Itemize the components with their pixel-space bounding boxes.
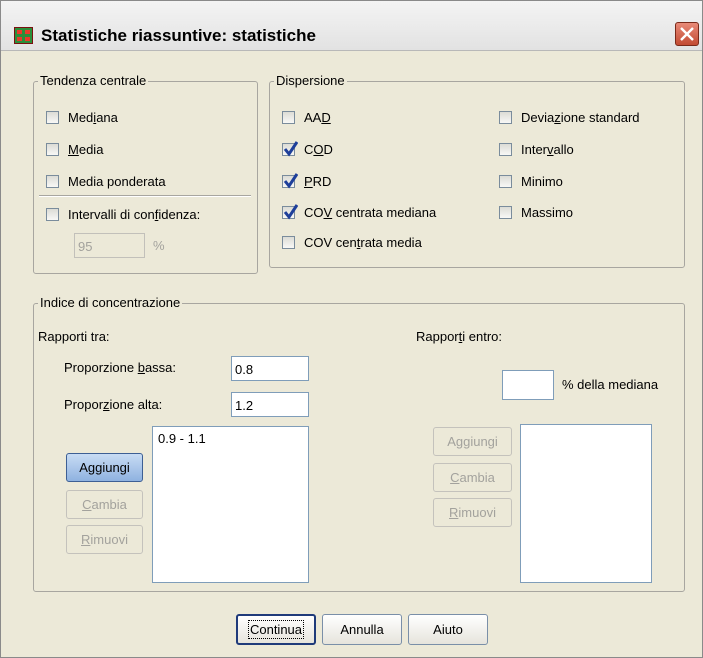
- high-proportion-label: Proporzione alta:: [64, 397, 163, 412]
- prd-checkbox[interactable]: [282, 172, 298, 189]
- cov-mean-checkbox-row[interactable]: COV centrata media: [282, 233, 422, 251]
- std-deviation-label: Deviazione standard: [521, 109, 640, 125]
- checkmark-icon: [283, 172, 298, 189]
- title-bar[interactable]: Statistiche riassuntive: statistiche: [1, 1, 702, 51]
- confidence-interval-checkbox[interactable]: [46, 207, 59, 221]
- range-checkbox-row[interactable]: Intervallo: [499, 140, 574, 158]
- checkmark-icon: [283, 140, 298, 157]
- weighted-mean-label: Media ponderata: [68, 173, 166, 189]
- prd-label: PRD: [304, 173, 332, 189]
- list-item[interactable]: 0.9 - 1.1: [158, 431, 303, 447]
- change-within-button[interactable]: Cambia: [433, 463, 512, 492]
- percent-of-median-label: % della mediana: [562, 377, 659, 392]
- low-proportion-input[interactable]: 0.8: [231, 356, 309, 381]
- add-between-button[interactable]: Aggiungi: [66, 453, 143, 482]
- confidence-interval-checkbox-row[interactable]: Intervalli di confidenza:: [46, 205, 200, 223]
- central-separator: [39, 195, 251, 197]
- std-deviation-checkbox-row[interactable]: Deviazione standard: [499, 108, 640, 126]
- concentration-index-legend: Indice di concentrazione: [38, 295, 183, 311]
- remove-between-button[interactable]: Rimuovi: [66, 525, 143, 554]
- maximum-checkbox-row[interactable]: Massimo: [499, 203, 573, 221]
- median-checkbox-row[interactable]: Mediana: [46, 108, 118, 126]
- dialog-window: Statistiche riassuntive: statistiche Ten…: [0, 0, 703, 658]
- dispersion-legend: Dispersione: [274, 73, 347, 89]
- close-icon: [680, 27, 694, 41]
- cancel-button[interactable]: Annulla: [322, 614, 402, 645]
- cov-median-checkbox[interactable]: [282, 203, 298, 220]
- low-proportion-label: Proporzione bassa:: [64, 360, 177, 375]
- minimum-checkbox-row[interactable]: Minimo: [499, 172, 563, 190]
- maximum-label: Massimo: [521, 204, 574, 220]
- prd-checkbox-row[interactable]: PRD: [282, 172, 331, 190]
- aad-checkbox-row[interactable]: AAD: [282, 108, 331, 126]
- minimum-label: Minimo: [521, 173, 563, 189]
- within-percent-input[interactable]: [502, 370, 554, 400]
- std-deviation-checkbox[interactable]: [499, 110, 512, 124]
- range-label: Intervallo: [521, 141, 574, 157]
- cov-median-label: COV centrata mediana: [304, 204, 437, 220]
- between-ratios-list[interactable]: 0.9 - 1.1: [152, 426, 309, 583]
- cov-mean-label: COV centrata media: [304, 234, 422, 250]
- continue-button[interactable]: Continua: [236, 614, 316, 645]
- median-checkbox[interactable]: [46, 110, 59, 124]
- close-button[interactable]: [675, 22, 699, 46]
- within-ratios-list[interactable]: [520, 424, 652, 583]
- mean-checkbox[interactable]: [46, 142, 59, 156]
- aad-label: AAD: [304, 109, 331, 125]
- add-within-button[interactable]: Aggiungi: [433, 427, 512, 456]
- mean-checkbox-row[interactable]: Media: [46, 140, 103, 158]
- range-checkbox[interactable]: [499, 142, 512, 156]
- ratios-within-label: Rapporti entro:: [416, 329, 503, 344]
- aad-checkbox[interactable]: [282, 110, 295, 124]
- central-tendency-legend: Tendenza centrale: [38, 73, 149, 89]
- checkmark-icon: [283, 203, 298, 220]
- dialog-title: Statistiche riassuntive: statistiche: [41, 26, 316, 45]
- change-between-button[interactable]: Cambia: [66, 490, 143, 519]
- minimum-checkbox[interactable]: [499, 174, 512, 188]
- confidence-percent-label: %: [153, 238, 165, 253]
- cod-checkbox-row[interactable]: COD: [282, 140, 333, 158]
- ratios-between-label: Rapporti tra:: [38, 329, 110, 344]
- cov-median-checkbox-row[interactable]: COV centrata mediana: [282, 203, 436, 221]
- weighted-mean-checkbox[interactable]: [46, 174, 59, 188]
- confidence-level-input[interactable]: 95: [74, 233, 145, 258]
- median-label: Mediana: [68, 109, 118, 125]
- confidence-interval-label: Intervalli di confidenza:: [68, 206, 201, 222]
- remove-within-button[interactable]: Rimuovi: [433, 498, 512, 527]
- high-proportion-input[interactable]: 1.2: [231, 392, 309, 417]
- weighted-mean-checkbox-row[interactable]: Media ponderata: [46, 172, 166, 190]
- app-icon: [14, 27, 33, 44]
- cod-checkbox[interactable]: [282, 140, 298, 157]
- help-button[interactable]: Aiuto: [408, 614, 488, 645]
- cod-label: COD: [304, 141, 333, 157]
- cov-mean-checkbox[interactable]: [282, 235, 295, 249]
- mean-label: Media: [68, 141, 104, 157]
- maximum-checkbox[interactable]: [499, 205, 512, 219]
